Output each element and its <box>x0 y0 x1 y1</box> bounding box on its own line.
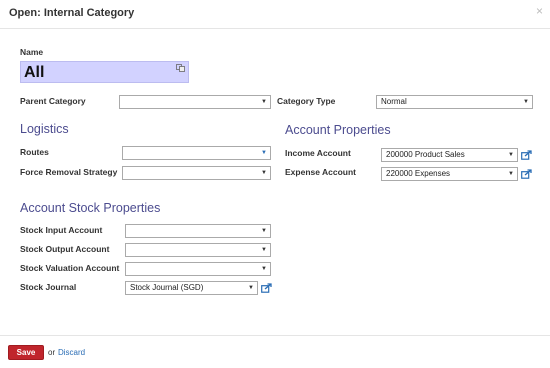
stock-input-label: Stock Input Account <box>20 225 103 235</box>
name-label: Name <box>20 47 44 57</box>
chevron-down-icon: ▼ <box>261 228 267 234</box>
stock-journal-value: Stock Journal (SGD) <box>130 283 204 292</box>
parent-category-label: Parent Category <box>20 96 86 106</box>
translate-icon[interactable] <box>176 64 185 72</box>
force-removal-select[interactable]: ▼ <box>122 166 271 180</box>
expense-account-label: Expense Account <box>285 167 357 177</box>
external-link-icon[interactable] <box>261 283 272 293</box>
stock-properties-title: Account Stock Properties <box>20 201 161 215</box>
income-account-value: 200000 Product Sales <box>386 150 465 159</box>
save-button[interactable]: Save <box>8 345 44 360</box>
income-account-select[interactable]: 200000 Product Sales ▼ <box>381 148 518 162</box>
chevron-down-icon: ▼ <box>261 170 267 176</box>
name-field[interactable]: All <box>20 61 189 83</box>
category-type-label: Category Type <box>277 96 336 106</box>
chevron-down-icon: ▼ <box>261 99 267 105</box>
routes-label: Routes <box>20 147 49 157</box>
discard-link[interactable]: Discard <box>58 348 85 357</box>
chevron-down-icon: ▼ <box>261 247 267 253</box>
stock-valuation-label: Stock Valuation Account <box>20 263 120 273</box>
name-value: All <box>24 64 45 81</box>
external-link-icon[interactable] <box>521 150 532 160</box>
chevron-down-icon: ▼ <box>523 99 529 105</box>
expense-account-select[interactable]: 220000 Expenses ▼ <box>381 167 518 181</box>
stock-output-select[interactable]: ▼ <box>125 243 271 257</box>
expense-account-value: 220000 Expenses <box>386 169 451 178</box>
chevron-down-icon: ▼ <box>508 152 514 158</box>
force-removal-label: Force Removal Strategy <box>20 167 118 177</box>
stock-input-select[interactable]: ▼ <box>125 224 271 238</box>
routes-select[interactable]: ▼ <box>122 146 271 160</box>
chevron-down-icon: ▼ <box>508 171 514 177</box>
logistics-title: Logistics <box>20 122 69 136</box>
dialog-title: Open: Internal Category <box>9 7 135 19</box>
account-properties-title: Account Properties <box>285 123 391 137</box>
income-account-label: Income Account <box>285 148 351 158</box>
external-link-icon[interactable] <box>521 169 532 179</box>
chevron-down-icon: ▼ <box>261 150 267 156</box>
category-type-value: Normal <box>381 97 407 106</box>
chevron-down-icon: ▼ <box>261 266 267 272</box>
or-text: or <box>48 348 56 357</box>
stock-output-label: Stock Output Account <box>20 244 110 254</box>
stock-journal-select[interactable]: Stock Journal (SGD) ▼ <box>125 281 258 295</box>
stock-valuation-select[interactable]: ▼ <box>125 262 271 276</box>
chevron-down-icon: ▼ <box>248 285 254 291</box>
close-icon[interactable]: × <box>536 5 543 17</box>
parent-category-select[interactable]: ▼ <box>119 95 271 109</box>
category-type-select[interactable]: Normal ▼ <box>376 95 533 109</box>
stock-journal-label: Stock Journal <box>20 282 77 292</box>
dialog-footer: Save or Discard <box>0 335 550 368</box>
dialog-header: Open: Internal Category × <box>0 0 550 29</box>
